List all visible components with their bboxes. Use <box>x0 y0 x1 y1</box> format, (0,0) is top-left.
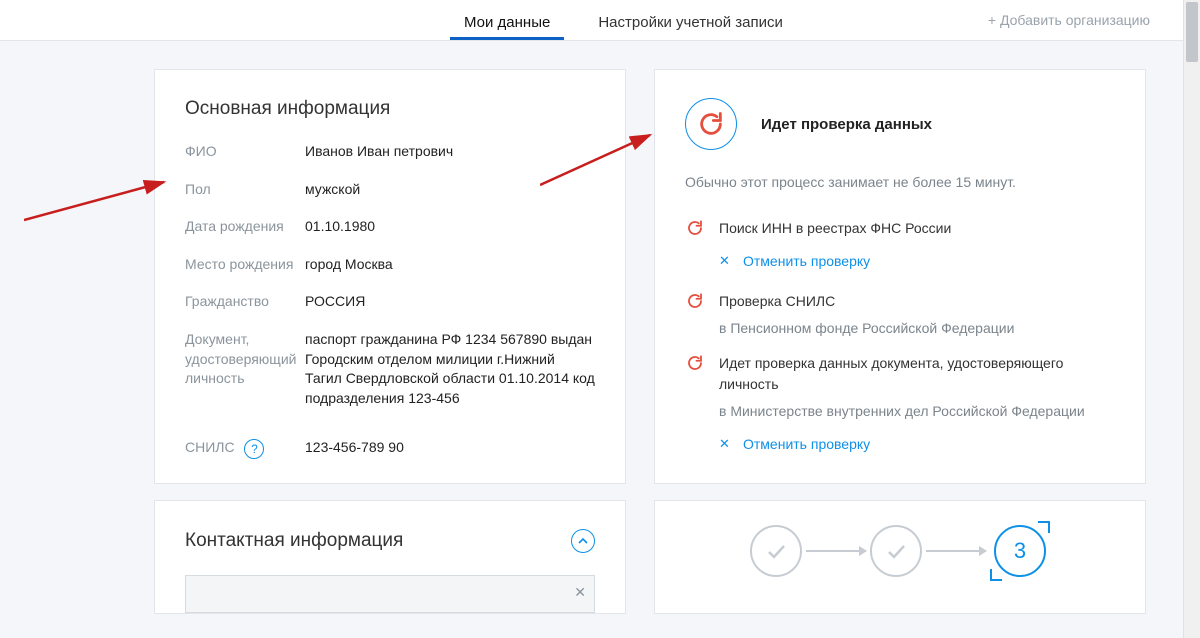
verification-title: Идет проверка данных <box>761 116 932 133</box>
progress-step-3-frame: 3 <box>990 521 1050 581</box>
collapse-button[interactable] <box>571 529 595 553</box>
value-birthplace: город Москва <box>305 255 393 275</box>
progress-step-1 <box>750 525 802 577</box>
arrow-right-icon <box>926 550 986 552</box>
check-doc-subtext: в Министерстве внутренних дел Российской… <box>719 401 1115 422</box>
cancel-check-link[interactable]: Отменить проверку <box>743 436 870 452</box>
clear-icon[interactable]: ✕ <box>574 584 586 601</box>
help-icon[interactable]: ? <box>244 439 264 459</box>
email-input[interactable]: ✕ <box>185 575 595 613</box>
verification-card: Идет проверка данных Обычно этот процесс… <box>654 69 1146 484</box>
progress-step-3: 3 <box>994 525 1046 577</box>
label-gender: Пол <box>185 180 305 200</box>
check-snils-subtext: в Пенсионном фонде Российской Федерации <box>719 318 1014 339</box>
spinner-icon <box>685 98 737 150</box>
tab-my-data[interactable]: Мои данные <box>450 4 564 40</box>
cancel-check-link[interactable]: Отменить проверку <box>743 253 870 269</box>
value-dob: 01.10.1980 <box>305 217 375 237</box>
check-snils-text: Проверка СНИЛС <box>719 291 1014 312</box>
label-fio: ФИО <box>185 142 305 162</box>
check-doc-text: Идет проверка данных документа, удостове… <box>719 353 1115 395</box>
scrollbar-thumb[interactable] <box>1186 2 1198 62</box>
label-doc: Документ, удостоверяющий личность <box>185 330 305 408</box>
progress-step-2 <box>870 525 922 577</box>
contacts-card: Контактная информация ✕ <box>154 500 626 614</box>
top-nav: Мои данные Настройки учетной записи + До… <box>0 0 1200 41</box>
value-citizenship: РОССИЯ <box>305 292 365 312</box>
spinner-icon <box>685 291 705 311</box>
value-doc: паспорт гражданина РФ 1234 567890 выдан … <box>305 330 595 408</box>
check-inn-text: Поиск ИНН в реестрах ФНС России <box>719 218 951 239</box>
label-birthplace: Место рождения <box>185 255 305 275</box>
spinner-icon <box>685 353 705 373</box>
value-fio: Иванов Иван петрович <box>305 142 453 162</box>
arrow-right-icon <box>806 550 866 552</box>
value-snils: 123-456-789 90 <box>305 438 404 458</box>
label-snils: СНИЛС ? <box>185 438 305 458</box>
label-dob: Дата рождения <box>185 217 305 237</box>
close-icon: ✕ <box>719 253 733 269</box>
progress-card: 3 <box>654 500 1146 614</box>
verification-note: Обычно этот процесс занимает не более 15… <box>685 174 1115 190</box>
label-citizenship: Гражданство <box>185 292 305 312</box>
main-info-title: Основная информация <box>185 98 595 120</box>
value-gender: мужской <box>305 180 360 200</box>
tab-account-settings[interactable]: Настройки учетной записи <box>584 4 797 40</box>
main-info-card: Основная информация ФИО Иванов Иван петр… <box>154 69 626 484</box>
vertical-scrollbar[interactable] <box>1183 0 1200 638</box>
close-icon: ✕ <box>719 436 733 452</box>
contacts-title: Контактная информация <box>185 530 403 552</box>
spinner-icon <box>685 218 705 238</box>
add-organization-link[interactable]: + Добавить организацию <box>988 12 1150 28</box>
